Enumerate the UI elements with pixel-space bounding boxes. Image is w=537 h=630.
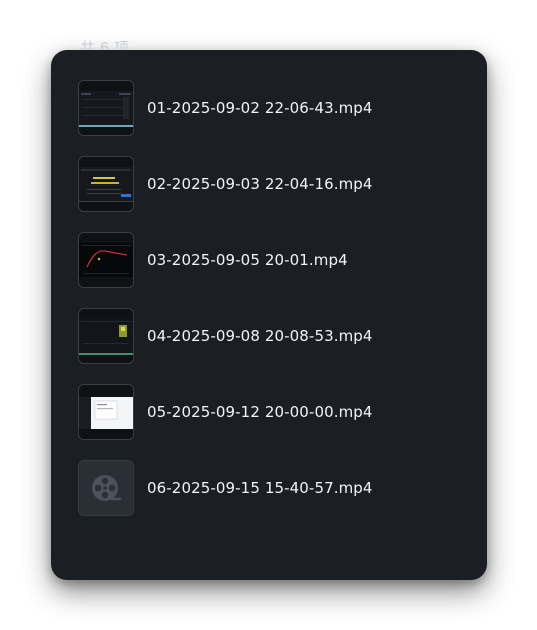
file-list: 01-2025-09-02 22-06-43.mp4 02-2025-09-03… [78,80,468,536]
file-list-item[interactable]: 05-2025-09-12 20-00-00.mp4 [78,384,468,440]
video-thumbnail [78,80,134,136]
video-thumbnail-red-curve-icon [79,233,133,287]
video-thumbnail-dialog-icon [79,157,133,211]
file-name: 01-2025-09-02 22-06-43.mp4 [147,99,373,117]
file-list-item[interactable]: 03-2025-09-05 20-01.mp4 [78,232,468,288]
file-name: 05-2025-09-12 20-00-00.mp4 [147,403,373,421]
video-thumbnail [78,460,134,516]
video-thumbnail [78,232,134,288]
file-name: 06-2025-09-15 15-40-57.mp4 [147,479,373,497]
video-thumbnail [78,384,134,440]
file-list-item[interactable]: 06-2025-09-15 15-40-57.mp4 [78,460,468,516]
video-thumbnail-yellow-marker-icon [79,309,133,363]
video-thumbnail-white-window-icon [79,385,133,439]
file-name: 04-2025-09-08 20-08-53.mp4 [147,327,373,345]
file-name: 03-2025-09-05 20-01.mp4 [147,251,348,269]
stage: 共 6 项 01-2025-09-02 22-06-43.mp4 02-2025… [0,0,537,630]
video-thumbnail [78,156,134,212]
film-reel-icon [92,475,122,501]
file-list-item[interactable]: 04-2025-09-08 20-08-53.mp4 [78,308,468,364]
video-thumbnail-dark-chart-icon [79,81,133,135]
file-list-item[interactable]: 01-2025-09-02 22-06-43.mp4 [78,80,468,136]
video-thumbnail [78,308,134,364]
file-list-item[interactable]: 02-2025-09-03 22-04-16.mp4 [78,156,468,212]
file-name: 02-2025-09-03 22-04-16.mp4 [147,175,373,193]
